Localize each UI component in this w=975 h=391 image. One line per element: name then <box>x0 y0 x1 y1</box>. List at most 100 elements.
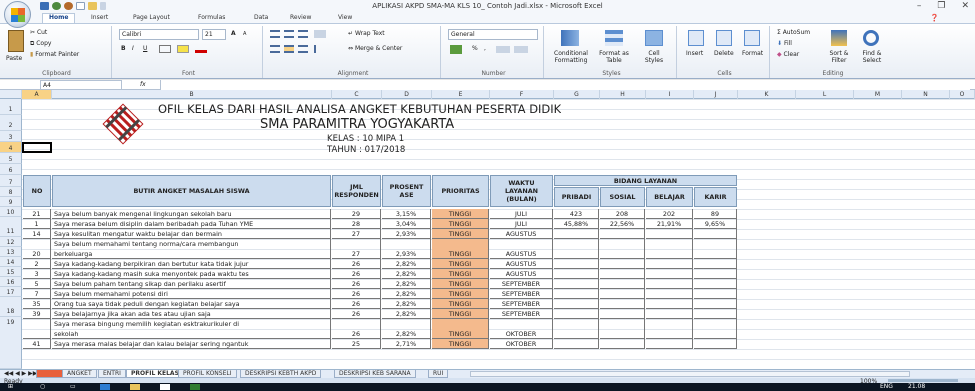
column-header[interactable]: N <box>902 90 950 99</box>
tab-home[interactable]: Home <box>42 13 76 23</box>
fill-button[interactable]: ⬇ Fill <box>777 40 792 47</box>
cell-jml[interactable]: 29 <box>332 209 381 219</box>
cell-pribadi[interactable] <box>554 269 599 279</box>
row-header[interactable]: 17 <box>0 287 22 297</box>
cell-styles-icon[interactable] <box>645 30 663 46</box>
tab-formulas[interactable]: Formulas <box>198 14 225 21</box>
cell-prio[interactable]: TINGGI <box>432 239 489 259</box>
wrap-text-button[interactable]: ↵ Wrap Text <box>348 30 385 37</box>
cell-no[interactable]: 14 <box>23 229 51 239</box>
cell-prio[interactable]: TINGGI <box>432 209 489 219</box>
format-cells-icon[interactable] <box>744 30 760 46</box>
paste-icon[interactable] <box>8 30 24 52</box>
row-header[interactable]: 4 <box>0 142 22 153</box>
paste-label[interactable]: Paste <box>6 55 22 62</box>
row-header[interactable]: 1 <box>0 99 22 115</box>
cell-pct[interactable]: 2,82% <box>382 269 431 279</box>
row-header[interactable]: 7 <box>0 175 22 187</box>
cell-prio[interactable]: TINGGI <box>432 269 489 279</box>
sheet-tab-hidden[interactable]: ■■■ <box>36 370 64 378</box>
indent-icon[interactable] <box>314 45 326 53</box>
row-header[interactable]: 13 <box>0 247 22 257</box>
cell-jml[interactable]: 26 <box>332 319 381 339</box>
cell-pribadi[interactable] <box>554 259 599 269</box>
sheet-tab[interactable]: RUI <box>428 370 449 378</box>
clock[interactable]: 21.08 <box>908 383 925 390</box>
row-header[interactable]: 14 <box>0 257 22 267</box>
sort-filter-icon[interactable] <box>831 30 847 46</box>
cell-karir[interactable]: 9,65% <box>694 219 737 229</box>
customize-qat-icon[interactable] <box>100 2 106 10</box>
cell-bulan[interactable]: SEPTEMBER <box>490 279 553 289</box>
cell-no[interactable]: 21 <box>23 209 51 219</box>
cell-pct[interactable]: 2,93% <box>382 229 431 239</box>
cell-belajar[interactable] <box>646 239 693 259</box>
cell-karir[interactable] <box>694 279 737 289</box>
cell-sosial[interactable] <box>600 289 645 299</box>
cell-karir[interactable] <box>694 289 737 299</box>
cell-bulan[interactable]: SEPTEMBER <box>490 309 553 319</box>
delete-cells-label[interactable]: Delete <box>714 50 734 57</box>
cell-no[interactable]: 35 <box>23 299 51 309</box>
cell-pct[interactable]: 2,71% <box>382 339 431 349</box>
cell-karir[interactable] <box>694 319 737 339</box>
sheet-tab[interactable]: PROFIL KONSELI <box>178 370 237 378</box>
delete-cells-icon[interactable] <box>716 30 732 46</box>
cell-pribadi[interactable] <box>554 289 599 299</box>
cell-pct[interactable]: 2,82% <box>382 289 431 299</box>
cell-pct[interactable]: 2,82% <box>382 279 431 289</box>
comma-button[interactable]: , <box>484 45 486 52</box>
row-header[interactable]: 12 <box>0 237 22 247</box>
cell-text[interactable]: Saya merasa bingung memilih kegiatan esk… <box>52 319 331 339</box>
column-header[interactable]: D <box>382 90 432 99</box>
cell-karir[interactable] <box>694 339 737 349</box>
cell-pct[interactable]: 2,82% <box>382 309 431 319</box>
cell-bulan[interactable]: AGUSTUS <box>490 259 553 269</box>
file-explorer-icon[interactable] <box>130 384 140 390</box>
fill-color-icon[interactable] <box>177 45 189 53</box>
clear-button[interactable]: ◆ Clear <box>777 51 799 58</box>
cell-prio[interactable]: TINGGI <box>432 299 489 309</box>
cell-sosial[interactable]: 208 <box>600 209 645 219</box>
cell-jml[interactable]: 26 <box>332 309 381 319</box>
search-icon[interactable]: ○ <box>40 383 45 390</box>
shrink-font-button[interactable]: A <box>243 31 246 37</box>
copy-button[interactable]: ⧉ Copy <box>30 40 51 48</box>
select-all-corner[interactable] <box>0 90 22 99</box>
sheet-tab-active[interactable]: PROFIL KELAS <box>126 370 184 378</box>
cell-text[interactable]: Saya merasa belum disiplin dalam beribad… <box>52 219 331 229</box>
format-as-table-label[interactable]: Format as Table <box>595 50 633 64</box>
cell-belajar[interactable] <box>646 269 693 279</box>
column-header[interactable]: C <box>332 90 382 99</box>
redo-icon[interactable] <box>64 2 73 10</box>
column-header[interactable]: J <box>694 90 738 99</box>
cell-pribadi[interactable] <box>554 279 599 289</box>
new-file-icon[interactable] <box>76 2 85 10</box>
active-cell-cursor[interactable] <box>22 142 52 153</box>
row-header[interactable]: 2 <box>0 115 22 131</box>
cell-karir[interactable] <box>694 309 737 319</box>
cell-bulan[interactable]: OKTOBER <box>490 339 553 349</box>
cell-sosial[interactable] <box>600 319 645 339</box>
column-header[interactable]: K <box>738 90 796 99</box>
cell-jml[interactable]: 26 <box>332 289 381 299</box>
cell-pribadi[interactable] <box>554 299 599 309</box>
row-header[interactable]: 6 <box>0 164 22 175</box>
number-format-select[interactable]: General <box>448 29 538 40</box>
row-header[interactable]: 16 <box>0 277 22 287</box>
cell-pribadi[interactable] <box>554 309 599 319</box>
column-header[interactable]: B <box>52 90 332 99</box>
cell-jml[interactable]: 26 <box>332 279 381 289</box>
cell-text[interactable]: Saya belum memahami potensi diri <box>52 289 331 299</box>
tab-view[interactable]: View <box>338 14 352 21</box>
cell-bulan[interactable]: AGUSTUS <box>490 229 553 239</box>
cell-no[interactable]: 5 <box>23 279 51 289</box>
align-top-icon[interactable] <box>270 30 280 38</box>
align-bottom-icon[interactable] <box>298 30 308 38</box>
cell-karir[interactable] <box>694 229 737 239</box>
align-middle-icon[interactable] <box>284 30 294 38</box>
cell-belajar[interactable] <box>646 229 693 239</box>
cell-jml[interactable]: 26 <box>332 259 381 269</box>
cell-text[interactable]: Orang tua saya tidak peduli dengan kegia… <box>52 299 331 309</box>
insert-cells-label[interactable]: Insert <box>686 50 703 57</box>
